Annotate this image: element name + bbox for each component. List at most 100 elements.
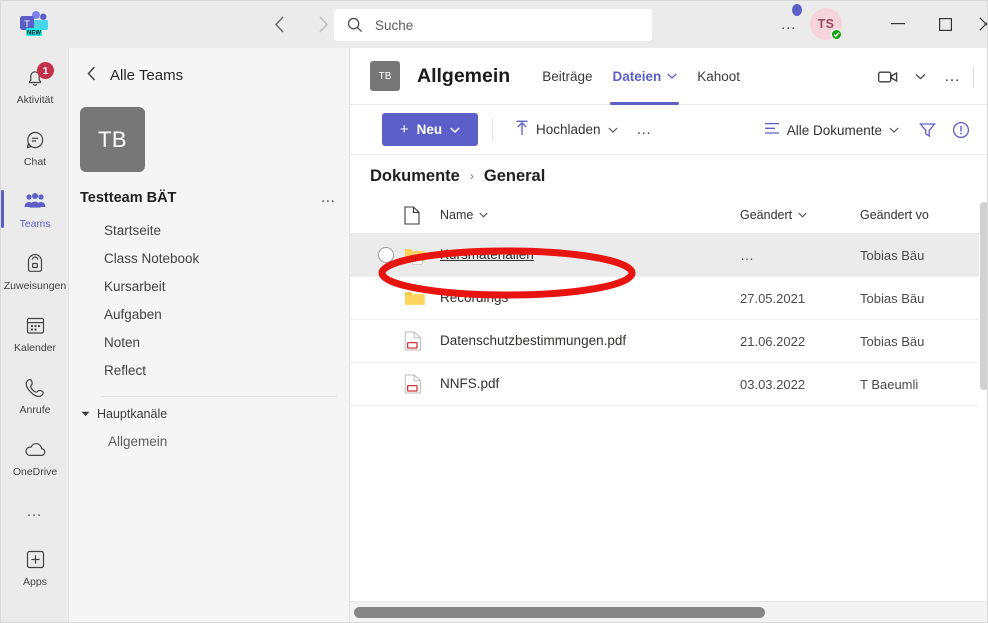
view-selector-button[interactable]: Alle Dokumente — [756, 114, 907, 146]
rail-item-apps[interactable]: Apps — [1, 536, 69, 598]
tab-dateien[interactable]: Dateien — [602, 48, 687, 105]
pdf-icon — [404, 331, 440, 351]
breadcrumb-item-general[interactable]: General — [484, 167, 545, 186]
rail-label: Kalender — [13, 341, 57, 354]
window-maximize-button[interactable] — [923, 9, 967, 39]
column-header-modified[interactable]: Geändert — [740, 208, 860, 222]
rail-item-chat[interactable]: Chat — [1, 116, 69, 178]
presence-available-icon — [830, 28, 843, 41]
files-toolbar: + Neu Hochladen … Alle Dokumente — [350, 105, 987, 155]
channel-more-button[interactable]: … — [938, 63, 966, 91]
rail-label: Anrufe — [19, 403, 51, 416]
teams-window: T NEW Suche … TS Aktivität 1 Chat Teams … — [0, 0, 988, 623]
channel-header-actions: … — [874, 48, 977, 105]
modified-by-cell: T Baeumli — [860, 376, 919, 392]
rail-more-button[interactable]: … — [1, 488, 69, 536]
view-selector-label: Alle Dokumente — [786, 122, 882, 138]
file-name-cell[interactable]: Kursmaterialien — [440, 246, 740, 264]
tab-kahoot[interactable]: Kahoot — [687, 48, 750, 105]
row-select-checkbox[interactable] — [378, 247, 404, 263]
column-header-name[interactable]: Name — [440, 208, 740, 222]
avatar[interactable]: TS — [810, 8, 843, 41]
files-table: Name Geändert Geändert vo Kursmaterialie… — [350, 197, 987, 406]
teams-icon — [23, 189, 47, 215]
upload-label: Hochladen — [536, 122, 601, 137]
backpack-icon — [25, 251, 45, 277]
channel-header: TB Allgemein Beiträge Dateien Kahoot … — [350, 48, 987, 105]
sidebar-channel-allgemein[interactable]: Allgemein — [69, 427, 349, 455]
toolbar-divider — [492, 117, 493, 142]
new-button[interactable]: + Neu — [382, 113, 478, 146]
search-input[interactable]: Suche — [334, 9, 652, 41]
breadcrumb: Dokumente › General — [350, 155, 987, 197]
file-name-cell[interactable]: Recordings — [440, 289, 740, 307]
sidebar-item-startseite[interactable]: Startseite — [69, 216, 349, 244]
rail-item-anrufe[interactable]: Anrufe — [1, 364, 69, 426]
modified-cell: … — [740, 247, 860, 263]
all-teams-label: Alle Teams — [110, 67, 184, 84]
rail-item-aktivitaet[interactable]: Aktivität 1 — [1, 54, 69, 116]
team-name: Testteam BÄT — [80, 189, 177, 206]
breadcrumb-separator: › — [469, 169, 474, 183]
back-button[interactable] — [266, 11, 292, 37]
tab-label: Kahoot — [697, 68, 741, 84]
forward-button[interactable] — [310, 11, 336, 37]
file-name-cell[interactable]: NNFS.pdf — [440, 375, 740, 393]
meet-dropdown-button[interactable] — [906, 63, 934, 91]
channel-tabs: Beiträge Dateien Kahoot — [532, 48, 750, 105]
window-minimize-button[interactable] — [876, 9, 920, 39]
breadcrumb-item-dokumente[interactable]: Dokumente — [370, 167, 460, 186]
table-row[interactable]: NNFS.pdf 03.03.2022 T Baeumli — [350, 363, 987, 406]
folder-shortcut-icon — [404, 246, 440, 265]
horizontal-scrollbar-thumb[interactable] — [354, 607, 765, 618]
row-more-button[interactable]: … — [740, 247, 770, 263]
channel-group-hauptkanaele[interactable]: Hauptkanäle — [69, 407, 349, 421]
upload-button[interactable]: Hochladen — [507, 114, 626, 146]
rail-item-zuweisungen[interactable]: Zuweisungen — [1, 240, 69, 302]
team-more-button[interactable]: … — [320, 189, 337, 206]
table-row[interactable]: Recordings 27.05.2021 Tobias Bäu — [350, 277, 987, 320]
rail-item-onedrive[interactable]: OneDrive — [1, 426, 69, 488]
chat-icon — [24, 127, 46, 153]
sidebar-item-class-notebook[interactable]: Class Notebook — [69, 244, 349, 272]
file-type-icon — [404, 205, 440, 225]
toolbar-overflow-button[interactable]: … — [630, 115, 660, 145]
cloud-icon — [23, 437, 47, 463]
tab-label: Beiträge — [542, 68, 593, 84]
horizontal-scrollbar[interactable] — [350, 601, 987, 622]
sidebar-item-noten[interactable]: Noten — [69, 328, 349, 356]
chevron-left-icon — [87, 66, 96, 85]
modified-cell: 03.03.2022 — [740, 376, 806, 392]
rail-item-kalender[interactable]: Kalender — [1, 302, 69, 364]
window-close-button[interactable] — [969, 9, 987, 39]
selection-circle-icon — [378, 247, 394, 263]
nav-arrows — [266, 11, 336, 37]
titlebar-overflow-button[interactable]: … — [776, 15, 802, 35]
filter-icon[interactable] — [913, 116, 941, 144]
chevron-down-icon — [479, 211, 489, 220]
chevron-down-icon — [450, 125, 460, 135]
calendar-icon — [25, 313, 46, 339]
table-row[interactable]: Datenschutzbestimmungen.pdf 21.06.2022 T… — [350, 320, 987, 363]
all-teams-back-button[interactable]: Alle Teams — [69, 48, 349, 85]
table-row[interactable]: Kursmaterialien … Tobias Bäu — [350, 234, 987, 277]
plus-icon: + — [399, 121, 409, 138]
rail-item-teams[interactable]: Teams — [1, 178, 69, 240]
sidebar-item-aufgaben[interactable]: Aufgaben — [69, 300, 349, 328]
upload-arrow-icon — [515, 120, 529, 139]
info-icon[interactable] — [947, 116, 975, 144]
sidebar-item-reflect[interactable]: Reflect — [69, 356, 349, 384]
file-name-link[interactable]: Kursmaterialien — [440, 247, 534, 262]
file-name-label: Datenschutzbestimmungen.pdf — [440, 333, 627, 348]
header-divider — [973, 65, 974, 88]
sidebar-item-kursarbeit[interactable]: Kursarbeit — [69, 272, 349, 300]
vertical-scrollbar-thumb[interactable] — [980, 202, 987, 390]
column-header-modified-by[interactable]: Geändert vo — [860, 208, 980, 222]
channel-team-avatar: TB — [370, 61, 400, 91]
video-camera-icon[interactable] — [874, 63, 902, 91]
vertical-scrollbar[interactable] — [979, 202, 987, 622]
new-button-label: Neu — [416, 122, 443, 137]
file-name-cell[interactable]: Datenschutzbestimmungen.pdf — [440, 332, 740, 350]
chevron-down-icon — [667, 71, 677, 81]
tab-beitraege[interactable]: Beiträge — [532, 48, 602, 105]
